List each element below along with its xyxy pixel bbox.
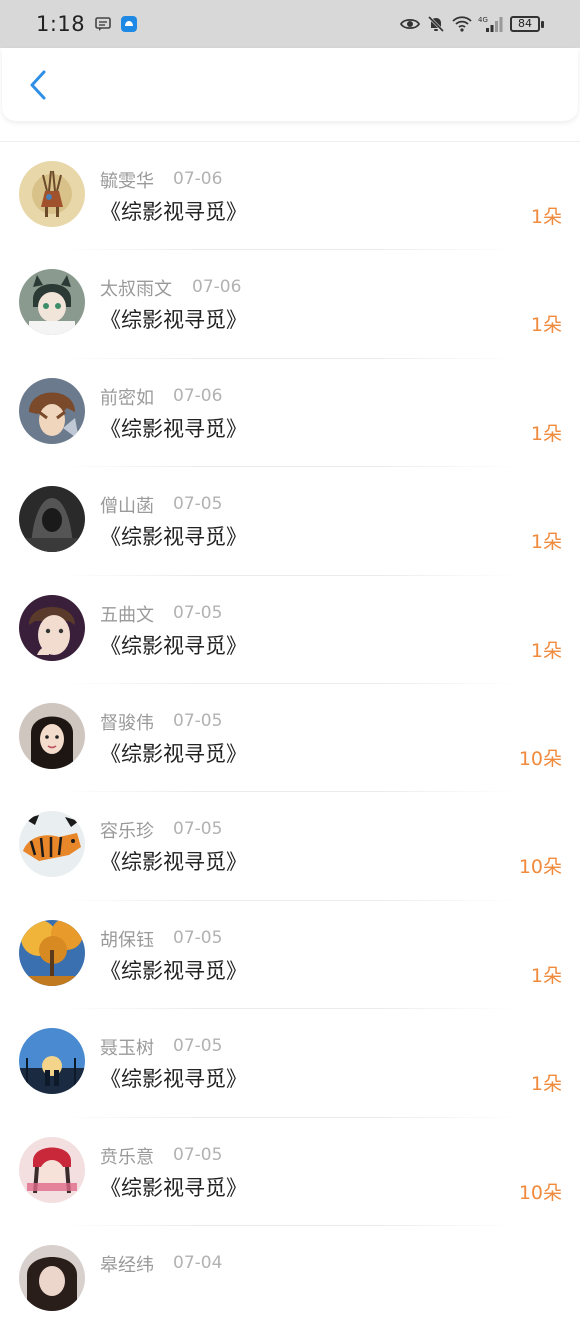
wifi-icon [452,14,472,34]
gift-amount: 10朵 [518,856,562,879]
send-date: 07-05 [173,819,223,840]
sender-name: 督骏伟 [100,712,154,734]
signal-icon: 4G [478,14,504,34]
gift-amount: 1朵 [530,964,562,987]
book-title: 《综影视寻觅》 [100,200,247,224]
book-title: 《综影视寻觅》 [100,1175,247,1200]
send-date: 07-05 [173,1144,223,1165]
sender-name: 太叔雨文 [100,279,172,301]
gift-amount: 1朵 [530,422,562,445]
app-notification-icon [119,14,139,34]
send-date: 07-05 [173,927,223,948]
send-date: 07-05 [173,494,223,515]
gift-amount: 10朵 [518,1181,562,1204]
send-date: 07-06 [173,385,223,406]
avatar[interactable] [19,702,85,769]
book-title: 《综影视寻觅》 [100,525,247,550]
send-date: 07-06 [173,169,223,189]
battery-level: 84 [510,16,540,32]
list-item[interactable]: 聂玉树 07-05 《综影视寻觅》 1朵 [0,1009,580,1118]
book-title: 《综影视寻觅》 [100,1067,247,1092]
svg-text:4G: 4G [478,16,488,24]
send-date: 07-05 [173,1036,223,1057]
avatar[interactable] [19,486,85,553]
book-title: 《综影视寻觅》 [100,416,247,441]
eye-icon [400,14,420,34]
list-item[interactable]: 太叔雨文 07-06 《综影视寻觅》 1朵 [0,250,580,359]
sender-name: 僧山菡 [100,496,154,518]
list-item[interactable]: 容乐珍 07-05 《综影视寻觅》 10朵 [0,792,580,901]
avatar[interactable] [19,1244,85,1311]
avatar[interactable] [19,594,85,661]
list-item[interactable]: 五曲文 07-05 《综影视寻觅》 1朵 [0,576,580,684]
book-title: 《综影视寻觅》 [100,633,247,658]
avatar[interactable] [19,1028,85,1095]
list-item[interactable]: 僧山菡 07-05 《综影视寻觅》 1朵 [0,467,580,576]
sender-name: 聂玉树 [100,1038,154,1060]
avatar[interactable] [19,811,85,878]
sender-name: 五曲文 [100,604,154,626]
header-spacer [0,121,580,141]
book-title: 《综影视寻觅》 [100,741,247,766]
list-item[interactable]: 贲乐意 07-05 《综影视寻觅》 10朵 [0,1118,580,1226]
status-left-icons [93,14,139,34]
back-button[interactable] [18,65,58,105]
avatar[interactable] [19,377,85,444]
book-title: 《综影视寻觅》 [100,308,247,333]
book-title: 《综影视寻觅》 [100,850,247,875]
status-right-icons: 4G 84 [400,14,544,34]
message-icon [93,14,113,34]
gift-amount: 1朵 [530,206,562,228]
list-item[interactable]: 毓雯华 07-06 《综影视寻觅》 1朵 [0,142,580,251]
list-item[interactable]: 督骏伟 07-05 《综影视寻觅》 10朵 [0,684,580,793]
chevron-left-icon [30,70,46,99]
gift-amount: 10朵 [518,747,562,770]
sender-name: 胡保钰 [100,929,154,951]
gift-amount: 1朵 [530,639,562,662]
send-date: 07-04 [173,1252,223,1273]
sender-name: 皋经纬 [100,1254,154,1276]
status-time: 1:18 [36,12,86,36]
avatar[interactable] [19,161,85,227]
book-title: 《综影视寻觅》 [100,958,247,983]
sender-name: 前密如 [100,387,154,409]
avatar[interactable] [19,269,85,336]
list-item[interactable]: 前密如 07-06 《综影视寻觅》 1朵 [0,359,580,468]
status-bar: 1:18 4G 84 [0,0,580,48]
gift-amount: 1朵 [530,531,562,554]
gift-record-list: 毓雯华 07-06 《综影视寻觅》 1朵 太叔雨文 07-06 《综影视寻觅》 … [0,142,580,1334]
avatar[interactable] [19,1136,85,1203]
list-item[interactable]: 胡保钰 07-05 《综影视寻觅》 1朵 [0,901,580,1010]
battery-icon: 84 [510,16,544,32]
sender-name: 贲乐意 [100,1146,154,1168]
avatar[interactable] [19,919,85,986]
sender-name: 毓雯华 [100,171,154,192]
gift-amount: 1朵 [530,314,562,337]
top-nav-bar [2,48,578,121]
mute-bell-icon [426,14,446,34]
send-date: 07-05 [173,710,223,731]
send-date: 07-05 [173,602,223,623]
sender-name: 容乐珍 [100,821,154,843]
send-date: 07-06 [192,277,242,298]
gift-amount: 1朵 [530,1073,562,1096]
